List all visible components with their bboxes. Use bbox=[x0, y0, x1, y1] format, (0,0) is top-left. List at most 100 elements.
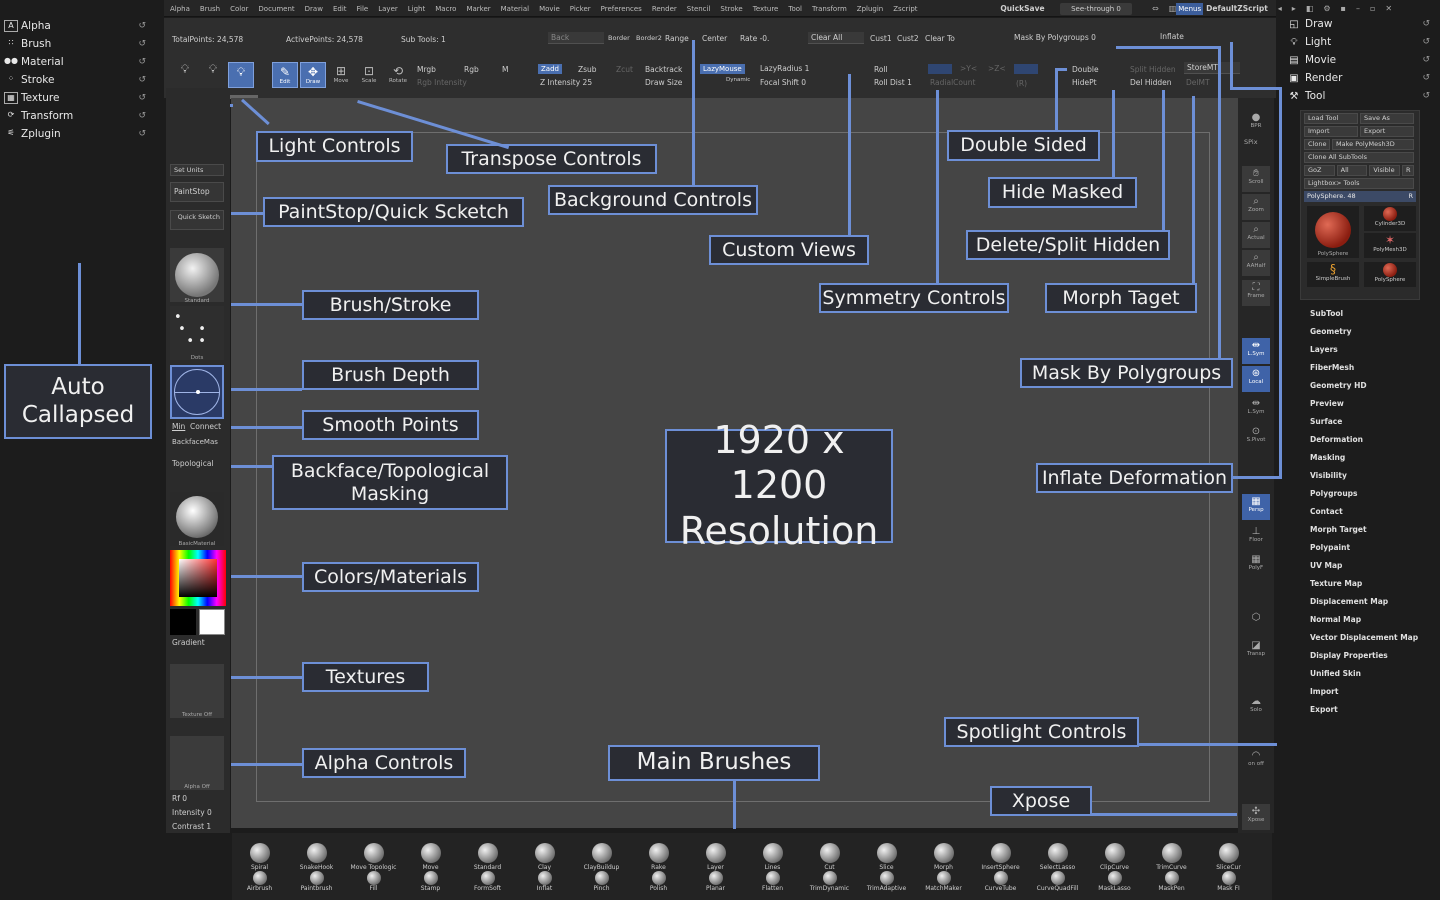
menu-preferences[interactable]: Preferences bbox=[601, 5, 642, 13]
palette-draw[interactable]: ◱ Draw ↺ bbox=[1284, 15, 1440, 33]
undo-icon[interactable]: ↺ bbox=[138, 93, 146, 103]
menu-picker[interactable]: Picker bbox=[570, 5, 591, 13]
lazymouse-button[interactable]: LazyMouse bbox=[700, 64, 745, 74]
subpalette-geometry[interactable]: Geometry bbox=[1310, 323, 1435, 341]
menu-zplugin[interactable]: Zplugin bbox=[857, 5, 883, 13]
spivot-button[interactable]: ⊙ S.Pivot bbox=[1242, 424, 1270, 450]
brush-inflat[interactable]: Inflat bbox=[517, 871, 572, 892]
lsym-button-2[interactable]: ⇹ L.Sym bbox=[1242, 396, 1270, 422]
minimize-icon[interactable]: – bbox=[1356, 4, 1360, 13]
contrast-slider[interactable]: Contrast 1 bbox=[172, 822, 211, 831]
palette-brush[interactable]: ∷ Brush ↺ bbox=[0, 35, 160, 53]
palette-tool[interactable]: ⚒ Tool ↺ bbox=[1284, 87, 1440, 105]
subpalette-surface[interactable]: Surface bbox=[1310, 413, 1435, 431]
rotate-button[interactable]: ⟲ Rotate bbox=[385, 62, 411, 88]
undo-icon[interactable]: ↺ bbox=[1422, 73, 1430, 83]
min-button[interactable]: Min bbox=[172, 422, 185, 431]
subpalette-displacement-map[interactable]: Displacement Map bbox=[1310, 593, 1435, 611]
subpalette-preview[interactable]: Preview bbox=[1310, 395, 1435, 413]
brush-slicecur[interactable]: SliceCur bbox=[1201, 843, 1256, 871]
brush-masklasso[interactable]: MaskLasso bbox=[1087, 871, 1142, 892]
backtrack-button[interactable]: Backtrack bbox=[645, 65, 682, 74]
save-as-button[interactable]: Save As bbox=[1360, 113, 1414, 124]
zcut-button[interactable]: Zcut bbox=[616, 65, 633, 74]
brush-maskpen[interactable]: MaskPen bbox=[1144, 871, 1199, 892]
palette-alpha[interactable]: A Alpha ↺ bbox=[0, 17, 160, 35]
menu-color[interactable]: Color bbox=[230, 5, 248, 13]
tool-thumb-simplebrush[interactable]: § SimpleBrush bbox=[1307, 262, 1359, 287]
brush-polish[interactable]: Polish bbox=[631, 871, 686, 892]
menu-stencil[interactable]: Stencil bbox=[687, 5, 711, 13]
brush-flatten[interactable]: Flatten bbox=[745, 871, 800, 892]
center-slider[interactable]: Center bbox=[702, 34, 727, 43]
brush-slice[interactable]: Slice bbox=[859, 843, 914, 871]
edit-button[interactable]: ✎ Edit bbox=[272, 62, 298, 88]
clear-all-button[interactable]: Clear All bbox=[808, 32, 864, 44]
palette-material[interactable]: ●● Material ↺ bbox=[0, 53, 160, 71]
menu-brush[interactable]: Brush bbox=[200, 5, 220, 13]
menu-layer[interactable]: Layer bbox=[378, 5, 398, 13]
tool-thumb-polysphere-2[interactable]: PolySphere bbox=[1364, 262, 1416, 287]
radialcount-slider[interactable]: RadialCount bbox=[930, 78, 975, 87]
lightbox-tools-button[interactable]: Lightbox> Tools bbox=[1304, 178, 1414, 189]
brush-move-topologic[interactable]: Move Topologic bbox=[346, 843, 401, 871]
menu-texture[interactable]: Texture bbox=[753, 5, 779, 13]
cube-button[interactable]: ⬡ bbox=[1242, 610, 1270, 636]
subpalette-import[interactable]: Import bbox=[1310, 683, 1435, 701]
brush-planar[interactable]: Planar bbox=[688, 871, 743, 892]
all-button[interactable]: All bbox=[1336, 165, 1368, 176]
subpalette-vector-displacement-map[interactable]: Vector Displacement Map bbox=[1310, 629, 1435, 647]
menu-edit[interactable]: Edit bbox=[333, 5, 347, 13]
menu-material[interactable]: Material bbox=[501, 5, 529, 13]
subpalette-geometry-hd[interactable]: Geometry HD bbox=[1310, 377, 1435, 395]
stroke-thumbnail[interactable]: • • • • • bbox=[170, 306, 224, 360]
goz-button[interactable]: GoZ bbox=[1304, 165, 1335, 176]
brush-thumbnail[interactable] bbox=[170, 248, 224, 302]
range-slider[interactable]: Range bbox=[665, 34, 689, 43]
r-button[interactable]: R bbox=[1402, 165, 1415, 176]
brush-move[interactable]: Move bbox=[403, 843, 458, 871]
mask-by-polygroups-slider[interactable]: Mask By Polygroups 0 bbox=[1014, 33, 1096, 42]
brush-selectlasso[interactable]: SelectLasso bbox=[1030, 843, 1085, 871]
menu-render[interactable]: Render bbox=[652, 5, 677, 13]
light-button-2[interactable]: 💡︎ bbox=[200, 60, 226, 86]
brush-clay[interactable]: Clay bbox=[517, 843, 572, 871]
menu-document[interactable]: Document bbox=[258, 5, 294, 13]
brush-airbrush[interactable]: Airbrush bbox=[232, 871, 287, 892]
menu-tool[interactable]: Tool bbox=[788, 5, 802, 13]
transp-button[interactable]: ◪ Transp bbox=[1242, 638, 1270, 664]
undo-icon[interactable]: ↺ bbox=[138, 75, 146, 85]
subpalette-texture-map[interactable]: Texture Map bbox=[1310, 575, 1435, 593]
undo-icon[interactable]: ↺ bbox=[138, 111, 146, 121]
draw-size-slider[interactable]: Draw Size bbox=[645, 78, 682, 87]
tool-thumb-polysphere[interactable]: PolySphere bbox=[1307, 206, 1359, 258]
brush-fill[interactable]: Fill bbox=[346, 871, 401, 892]
subpalette-uv-map[interactable]: UV Map bbox=[1310, 557, 1435, 575]
alpha-thumbnail[interactable] bbox=[170, 736, 224, 790]
scroll-button[interactable]: ✋︎ Scroll bbox=[1242, 166, 1270, 192]
m-button[interactable]: M bbox=[502, 65, 508, 74]
brush-formsoft[interactable]: FormSoft bbox=[460, 871, 515, 892]
current-tool-slider[interactable]: PolySphere. 48 R bbox=[1304, 191, 1416, 202]
window-size-icon[interactable]: ⇔ bbox=[1152, 4, 1159, 13]
palette-light[interactable]: 💡︎ Light ↺ bbox=[1284, 33, 1440, 51]
persp-button[interactable]: ▦ Persp bbox=[1242, 494, 1270, 520]
radial-r-button[interactable]: (R) bbox=[1016, 79, 1027, 88]
zoom-button[interactable]: ⌕ Zoom bbox=[1242, 194, 1270, 220]
palette-stroke[interactable]: ⁘ Stroke ↺ bbox=[0, 71, 160, 89]
menu-draw[interactable]: Draw bbox=[305, 5, 323, 13]
maximize-icon[interactable]: ▫ bbox=[1370, 4, 1375, 13]
visible-button[interactable]: Visible bbox=[1369, 165, 1401, 176]
menus-toggle[interactable]: Menus bbox=[1176, 2, 1204, 15]
subpalette-normal-map[interactable]: Normal Map bbox=[1310, 611, 1435, 629]
connect-button[interactable]: Connect bbox=[190, 422, 221, 431]
undo-icon[interactable]: ↺ bbox=[1422, 37, 1430, 47]
cust2-button[interactable]: Cust2 bbox=[897, 34, 919, 43]
border2-button[interactable]: Border2 bbox=[636, 34, 662, 42]
light-button-3[interactable]: 💡︎ bbox=[228, 62, 254, 88]
solo-button[interactable]: ☁ Solo bbox=[1242, 694, 1270, 720]
quicksave-button[interactable]: QuickSave bbox=[995, 4, 1050, 13]
brush-spiral[interactable]: Spiral bbox=[232, 843, 287, 871]
brush-trimadaptive[interactable]: TrimAdaptive bbox=[859, 871, 914, 892]
brush-snakehook[interactable]: SnakeHook bbox=[289, 843, 344, 871]
